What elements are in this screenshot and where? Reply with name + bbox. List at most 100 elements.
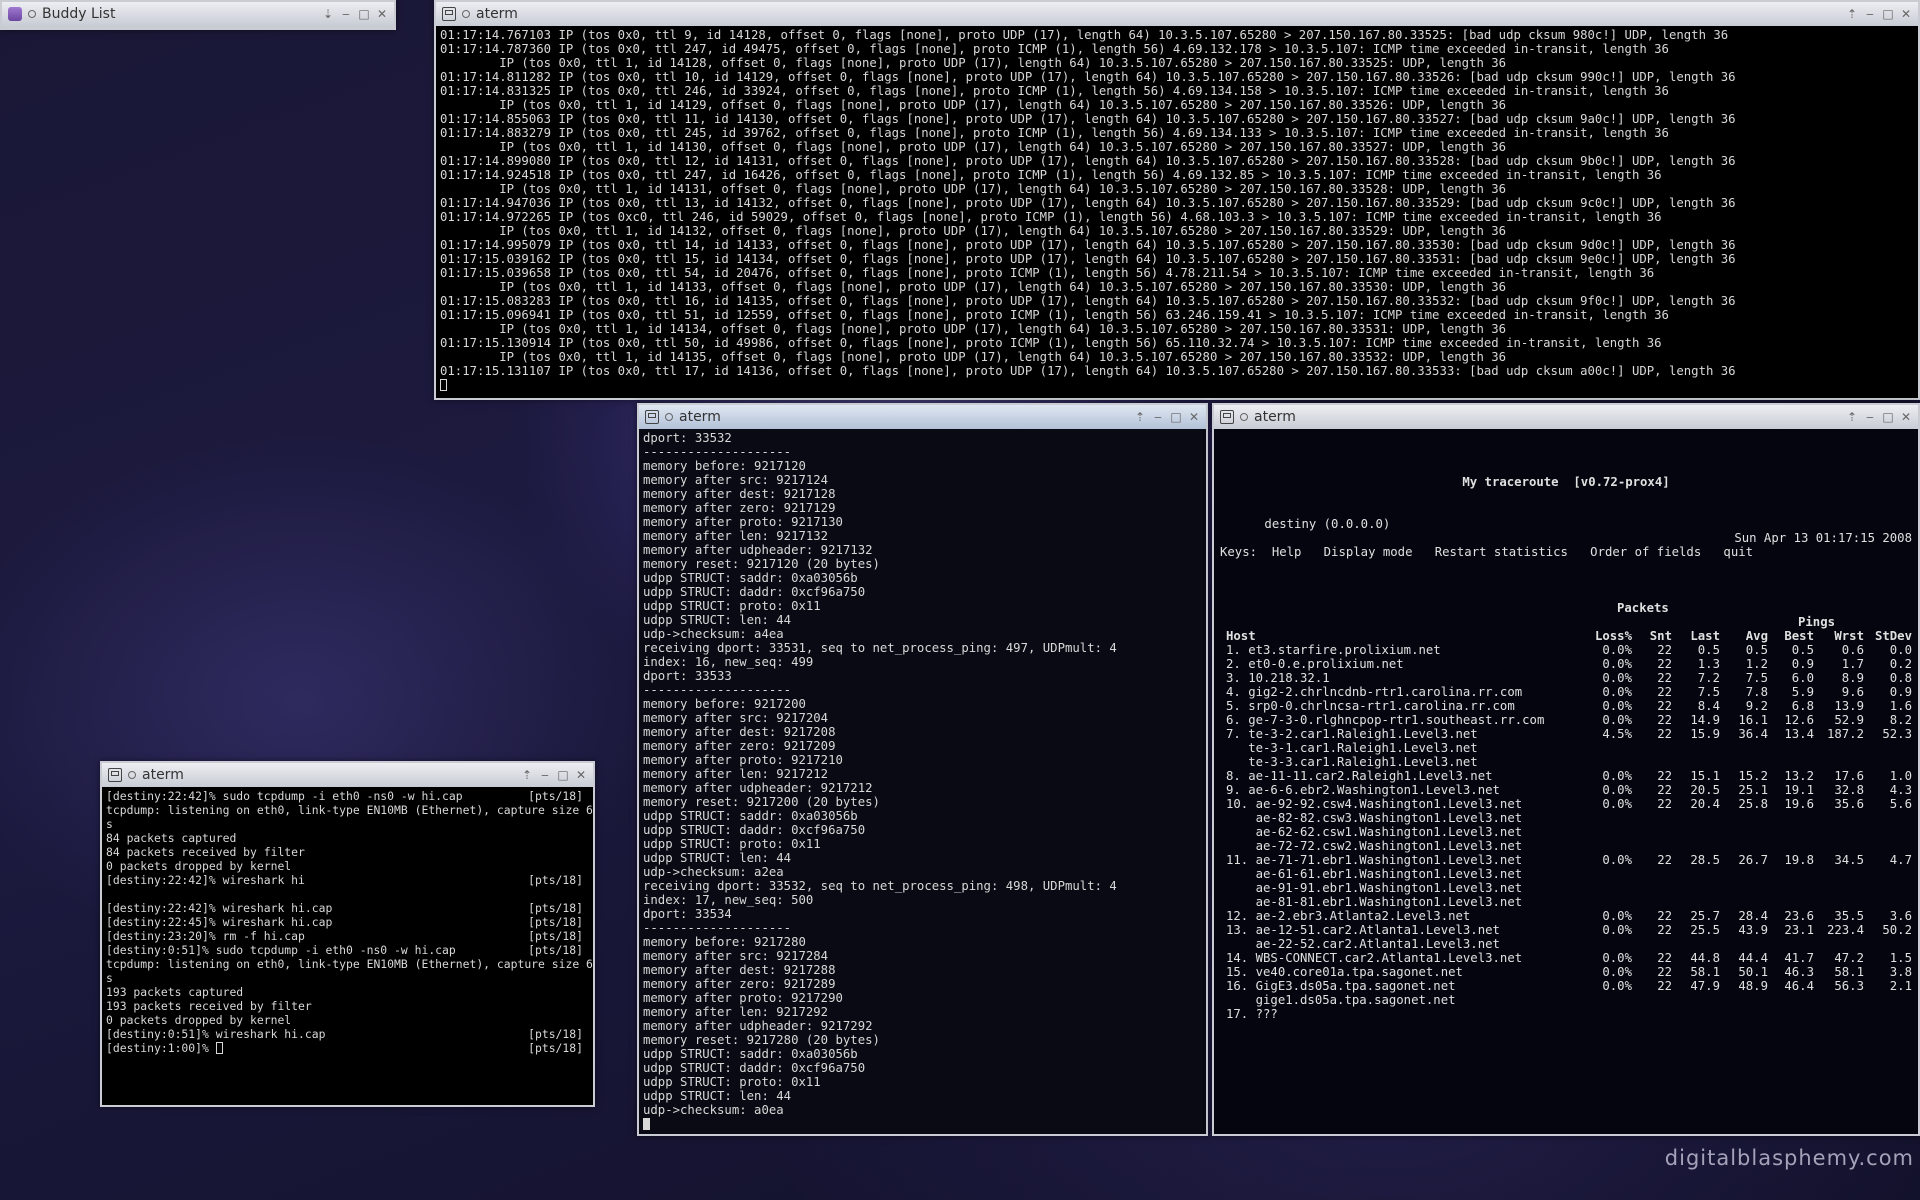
- stat-cell: [1768, 881, 1814, 895]
- sticky-icon[interactable]: [665, 413, 673, 421]
- minimize-icon[interactable]: ‒: [1152, 410, 1164, 424]
- terminal-line: memory reset: 9217280 (20 bytes): [643, 1033, 880, 1047]
- minimize-icon[interactable]: ‒: [1864, 7, 1876, 21]
- terminal-line: [destiny:22:42]% sudo tcpdump -i eth0 -n…: [106, 789, 589, 803]
- terminal-line: 84 packets captured: [106, 831, 589, 845]
- table-row: 14. WBS-CONNECT.car2.Atlanta1.Level3.net…: [1220, 951, 1912, 965]
- tcpdump-terminal-window[interactable]: aterm ⇡ ‒ □ ✕ 01:17:14.767103 IP (tos 0x…: [434, 0, 1920, 400]
- titlebar[interactable]: aterm ⇡ ‒ □ ✕: [1214, 405, 1918, 429]
- stat-cell: 0.9: [1791, 657, 1814, 671]
- maximize-icon[interactable]: □: [358, 7, 370, 21]
- mtr-output[interactable]: My traceroute [v0.72-prox4] destiny (0.0…: [1214, 429, 1918, 1134]
- mtr-header: My traceroute [v0.72-prox4]: [1220, 461, 1912, 489]
- stat-cell: [1632, 811, 1672, 825]
- terminal-line: [destiny:0:51]% sudo tcpdump -i eth0 -ns…: [106, 943, 589, 957]
- titlebar[interactable]: aterm ⇡ ‒ □ ✕: [436, 2, 1918, 26]
- stat-cell: 28.5: [1690, 853, 1720, 867]
- shell-terminal-window[interactable]: aterm ⇡ ‒ □ ✕ [destiny:22:42]% sudo tcpd…: [100, 761, 595, 1107]
- stat-cell: 22: [1657, 685, 1672, 699]
- terminal-line: IP (tos 0x0, ttl 1, id 14134, offset 0, …: [440, 322, 1507, 336]
- table-row: 7. te-3-2.car1.Raleigh1.Level3.net 4.5% 22…: [1220, 727, 1912, 741]
- terminal-output[interactable]: dport: 33532 -------------------- memory b…: [639, 429, 1206, 1134]
- titlebar[interactable]: aterm ⇡ ‒ □ ✕: [639, 405, 1206, 429]
- stat-cell: 0.9: [1889, 685, 1912, 699]
- window-controls: ⇡ ‒ □ ✕: [1846, 7, 1912, 21]
- cursor-line: [440, 378, 1914, 392]
- stat-cell: [1572, 1007, 1632, 1021]
- mtr-keys[interactable]: Keys: Help Display mode Restart statisti…: [1220, 545, 1912, 559]
- shade-icon[interactable]: ⇡: [1846, 7, 1858, 21]
- stat-cell: [1768, 839, 1814, 853]
- terminal-line: memory after proto: 9217290: [643, 991, 843, 1005]
- shade-icon[interactable]: ⇡: [1134, 410, 1146, 424]
- terminal-line: s: [106, 817, 589, 831]
- maximize-icon[interactable]: □: [1170, 410, 1182, 424]
- stat-cell: 6.8: [1791, 699, 1814, 713]
- stat-cell: 0.0%: [1602, 965, 1632, 979]
- host-cell: 8. ae-11-11.car2.Raleigh1.Level3.net: [1226, 769, 1493, 783]
- terminal-line: memory after dest: 9217128: [643, 487, 836, 501]
- close-icon[interactable]: ✕: [376, 7, 388, 21]
- mtr-terminal-window[interactable]: aterm ⇡ ‒ □ ✕ My traceroute [v0.72-prox4…: [1212, 403, 1920, 1136]
- sticky-icon[interactable]: [1240, 413, 1248, 421]
- text-cursor: [643, 1118, 650, 1130]
- table-row: ae-81-81.ebr1.Washington1.Level3.net: [1220, 895, 1912, 909]
- stat-cell: 1.6: [1889, 699, 1912, 713]
- table-row: 1. et3.starfire.prolixium.net 0.0% 22 0.5 0.…: [1220, 643, 1912, 657]
- minimize-icon[interactable]: ‒: [340, 7, 352, 21]
- maximize-icon[interactable]: □: [1882, 7, 1894, 21]
- terminal-output[interactable]: [destiny:22:42]% sudo tcpdump -i eth0 -n…: [102, 787, 593, 1105]
- host-cell: 4. gig2-2.chrlncdnb-rtr1.carolina.rr.com: [1226, 685, 1523, 699]
- sticky-icon[interactable]: [28, 10, 36, 18]
- terminal-output[interactable]: 01:17:14.767103 IP (tos 0x0, ttl 9, id 1…: [436, 26, 1918, 398]
- close-icon[interactable]: ✕: [1900, 7, 1912, 21]
- stat-cell: [1768, 825, 1814, 839]
- stat-cell: [1720, 993, 1768, 1007]
- stat-cell: [1672, 741, 1720, 755]
- stat-cell: 0.0%: [1602, 769, 1632, 783]
- terminal-line: 01:17:14.855063 IP (tos 0x0, ttl 11, id …: [440, 112, 1736, 126]
- table-row: ae-91-91.ebr1.Washington1.Level3.net: [1220, 881, 1912, 895]
- table-row: 8. ae-11-11.car2.Raleigh1.Level3.net 0.0%…: [1220, 769, 1912, 783]
- close-icon[interactable]: ✕: [1900, 410, 1912, 424]
- host-cell: 7. te-3-2.car1.Raleigh1.Level3.net: [1226, 727, 1478, 741]
- table-row: 17. ???: [1220, 1007, 1912, 1021]
- maximize-icon[interactable]: □: [1882, 410, 1894, 424]
- shade-icon[interactable]: ⇣: [322, 7, 334, 21]
- stat-cell: [1720, 881, 1768, 895]
- stat-cell: 2.1: [1889, 979, 1912, 993]
- stat-cell: [1768, 811, 1814, 825]
- sticky-icon[interactable]: [462, 10, 470, 18]
- group-packets: Packets: [1617, 601, 1669, 615]
- buddy-list-titlebar[interactable]: Buddy List ⇣ ‒ □ ✕: [2, 2, 394, 26]
- stat-cell: 1.2: [1745, 657, 1768, 671]
- minimize-icon[interactable]: ‒: [539, 768, 551, 782]
- tty-label: [pts/18]: [528, 873, 583, 887]
- maximize-icon[interactable]: □: [557, 768, 569, 782]
- sticky-icon[interactable]: [128, 771, 136, 779]
- titlebar[interactable]: aterm ⇡ ‒ □ ✕: [102, 763, 593, 787]
- stat-cell: 32.8: [1834, 783, 1864, 797]
- buddy-list-window[interactable]: Buddy List ⇣ ‒ □ ✕: [0, 0, 396, 30]
- terminal-line: IP (tos 0x0, ttl 1, id 14128, offset 0, …: [440, 56, 1507, 70]
- terminal-line: 0 packets dropped by kernel: [106, 1013, 589, 1027]
- terminal-line: memory after zero: 9217289: [643, 977, 836, 991]
- stat-cell: 7.2: [1697, 671, 1720, 685]
- terminal-line: IP (tos 0x0, ttl 1, id 14131, offset 0, …: [440, 182, 1507, 196]
- debug-terminal-window[interactable]: aterm ⇡ ‒ □ ✕ dport: 33532 --------------…: [637, 403, 1208, 1136]
- stat-cell: 56.3: [1834, 979, 1864, 993]
- shade-icon[interactable]: ⇡: [1846, 410, 1858, 424]
- shade-icon[interactable]: ⇡: [521, 768, 533, 782]
- table-row: te-3-3.car1.Raleigh1.Level3.net: [1220, 755, 1912, 769]
- terminal-line: 01:17:14.787360 IP (tos 0x0, ttl 247, id…: [440, 42, 1669, 56]
- terminal-line: memory after len: 9217212: [643, 767, 829, 781]
- mtr-datetime: Sun Apr 13 01:17:15 2008: [1734, 531, 1912, 545]
- stat-cell: [1572, 755, 1632, 769]
- minimize-icon[interactable]: ‒: [1864, 410, 1876, 424]
- stat-cell: [1632, 825, 1672, 839]
- close-icon[interactable]: ✕: [575, 768, 587, 782]
- stat-cell: [1632, 937, 1672, 951]
- close-icon[interactable]: ✕: [1188, 410, 1200, 424]
- stat-cell: 15.9: [1690, 727, 1720, 741]
- mtr-column-headers: Host Loss% Snt Last Avg Best Wrst StDev: [1220, 629, 1912, 643]
